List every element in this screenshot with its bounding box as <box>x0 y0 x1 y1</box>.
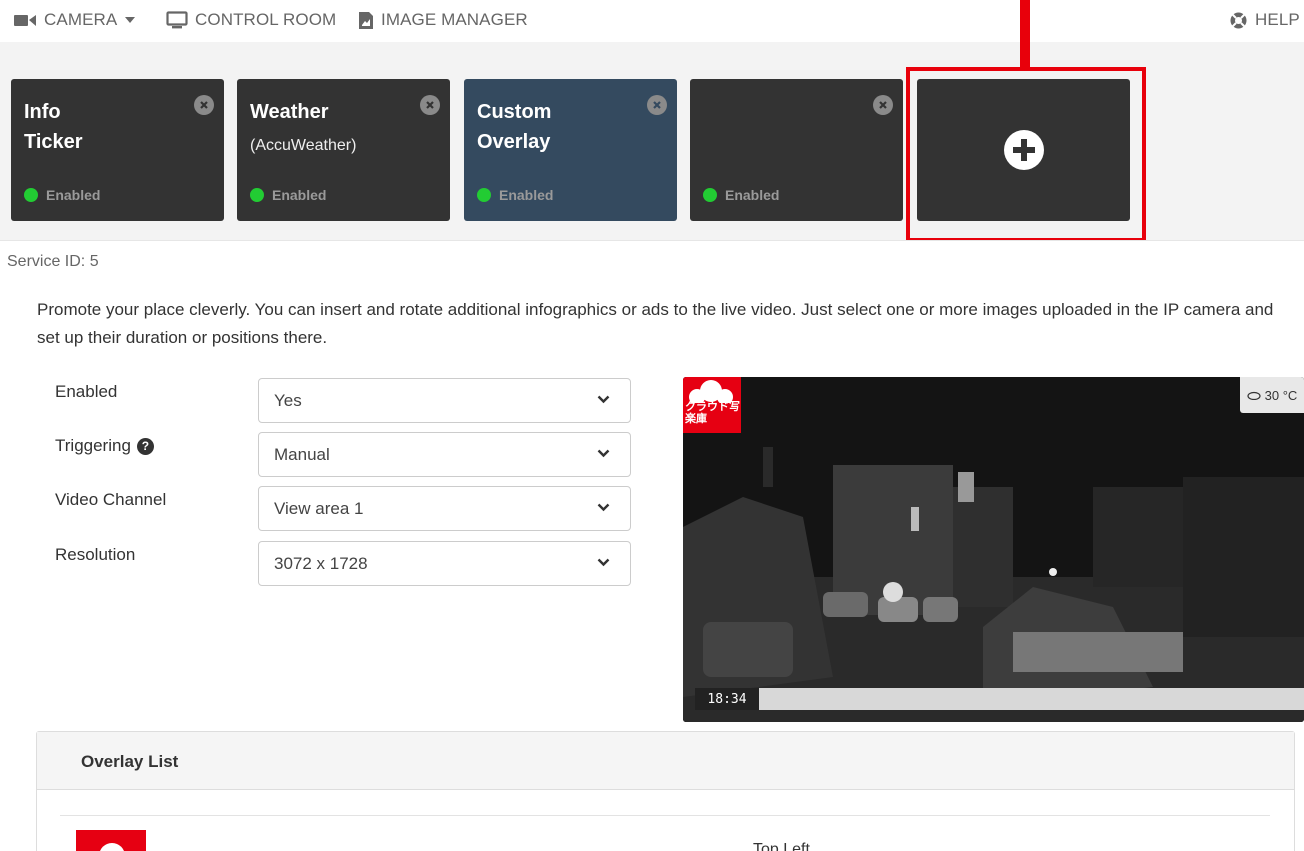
service-description: Promote your place cleverly. You can ins… <box>37 300 1274 347</box>
video-channel-select[interactable]: View area 1 <box>258 486 631 531</box>
video-channel-label-text: Video Channel <box>55 490 167 509</box>
resolution-select-value: 3072 x 1728 <box>274 553 368 573</box>
chevron-down-icon <box>597 558 610 567</box>
annotation-arrow-stem <box>1020 0 1030 69</box>
chevron-down-icon <box>597 449 610 458</box>
enabled-label-text: Enabled <box>55 382 118 401</box>
night-scene-image <box>683 377 1304 722</box>
tile-title-line1: Weather <box>250 101 329 123</box>
tile-weather[interactable]: Weather (AccuWeather) Enabled <box>237 79 450 221</box>
tile-title-line2: Overlay <box>477 131 551 153</box>
status-label: Enabled <box>46 187 101 203</box>
nav-help-label: HELP <box>1255 10 1300 29</box>
question-icon[interactable]: ? <box>136 437 154 455</box>
status-badge: Enabled <box>24 187 100 203</box>
tile-title-line1: Custom <box>477 101 552 123</box>
panel-title: Overlay List <box>81 752 179 771</box>
chevron-down-icon <box>597 503 610 512</box>
tile-title-line2: Ticker <box>24 131 83 153</box>
cloud-icon <box>100 843 124 851</box>
weather-temperature: 30 °C <box>1264 387 1298 403</box>
close-icon[interactable] <box>647 95 667 115</box>
nav-help-menu[interactable]: HELP <box>1229 9 1304 31</box>
nav-control-room-label: CONTROL ROOM <box>195 10 337 29</box>
resolution-label-text: Resolution <box>55 545 136 564</box>
weather-overlay-badge: 30 °C <box>1240 377 1304 413</box>
close-icon[interactable] <box>873 95 893 115</box>
tile-title: Weather <box>250 97 329 127</box>
status-badge: Enabled <box>703 187 779 203</box>
cloud-icon <box>1247 391 1261 400</box>
cloud-icon <box>689 380 733 403</box>
video-camera-icon <box>14 15 36 26</box>
triggering-label: Triggering ? <box>55 436 154 456</box>
resolution-label: Resolution <box>55 545 135 565</box>
top-navigation: CAMERA CONTROL ROOM IMAGE MANAGER HELP <box>0 0 1304 42</box>
divider <box>60 815 1270 816</box>
close-icon[interactable] <box>420 95 440 115</box>
lifebuoy-icon <box>1230 12 1247 28</box>
video-channel-label: Video Channel <box>55 490 166 510</box>
status-dot-icon <box>703 188 717 202</box>
annotation-highlight-box <box>906 67 1146 242</box>
status-label: Enabled <box>725 187 780 203</box>
enabled-label: Enabled <box>55 382 117 402</box>
tile-subtitle: (AccuWeather) <box>250 137 357 154</box>
status-dot-icon <box>24 188 38 202</box>
chevron-down-icon <box>597 395 610 404</box>
nav-control-room[interactable]: CONTROL ROOM <box>166 9 336 31</box>
enabled-select[interactable]: Yes <box>258 378 631 423</box>
nav-image-manager[interactable]: IMAGE MANAGER <box>358 9 528 31</box>
ticker-bar <box>695 688 1304 710</box>
nav-image-manager-label: IMAGE MANAGER <box>381 10 528 29</box>
status-label: Enabled <box>272 187 327 203</box>
tile-title-line1: Info <box>24 101 61 123</box>
triggering-select-value: Manual <box>274 444 330 464</box>
triggering-select[interactable]: Manual <box>258 432 631 477</box>
logo-text: クラウド写楽庫 <box>685 401 740 425</box>
tile-info-ticker[interactable]: Info Ticker Enabled <box>11 79 224 221</box>
overlay-list-panel: Overlay List Top Left <box>36 731 1295 851</box>
close-icon[interactable] <box>194 95 214 115</box>
status-label: Enabled <box>499 187 554 203</box>
triggering-label-text: Triggering <box>55 436 131 455</box>
watermark-logo: クラウド写楽庫 <box>683 377 741 433</box>
status-badge: Enabled <box>250 187 326 203</box>
tile-custom-overlay[interactable]: Custom Overlay Enabled <box>464 79 677 221</box>
image-file-icon <box>359 11 373 29</box>
overlay-position: Top Left <box>753 841 810 851</box>
status-badge: Enabled <box>477 187 553 203</box>
tile-title: Info Ticker <box>24 97 83 157</box>
nav-camera-label: CAMERA <box>44 10 118 29</box>
tile-unnamed-service[interactable]: Enabled <box>690 79 903 221</box>
video-channel-select-value: View area 1 <box>274 498 364 518</box>
caret-down-icon <box>125 17 136 23</box>
tile-title: Custom Overlay <box>477 97 551 157</box>
camera-preview: クラウド写楽庫 30 °C 18:34 <box>683 377 1304 722</box>
enabled-select-value: Yes <box>274 390 302 410</box>
resolution-select[interactable]: 3072 x 1728 <box>258 541 631 586</box>
status-dot-icon <box>477 188 491 202</box>
panel-header: Overlay List <box>37 732 1294 790</box>
service-id: Service ID: 5 <box>7 253 99 270</box>
nav-camera-menu[interactable]: CAMERA <box>13 9 136 31</box>
monitor-icon <box>166 11 188 29</box>
overlay-thumbnail[interactable] <box>76 830 146 851</box>
time-stamp: 18:34 <box>695 688 759 710</box>
status-dot-icon <box>250 188 264 202</box>
